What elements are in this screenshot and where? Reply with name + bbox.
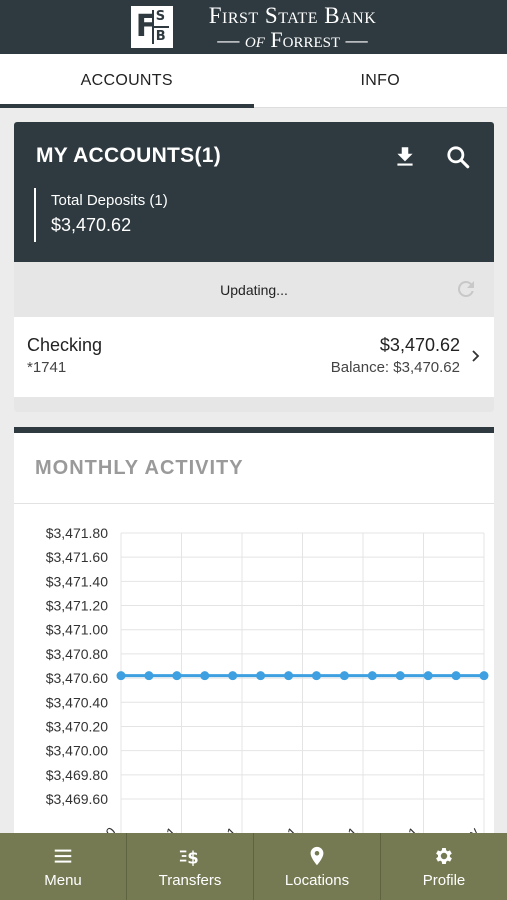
- app-header: F S B First State Bank — of Forrest —: [0, 0, 507, 54]
- transfers-icon: $: [179, 848, 199, 867]
- account-row-checking[interactable]: Checking *1741 $3,470.62 Balance: $3,470…: [14, 317, 494, 397]
- chart-y-tick-label: $3,470.60: [46, 670, 108, 686]
- chart-y-tick-label: $3,471.00: [46, 622, 108, 638]
- chart-y-tick-label: $3,470.40: [46, 694, 108, 710]
- chart-point: [172, 671, 182, 681]
- nav-transfers[interactable]: $ Transfers: [127, 833, 254, 900]
- account-balance: Balance: $3,470.62: [330, 359, 460, 376]
- nav-menu[interactable]: Menu: [0, 833, 127, 900]
- chart-point: [284, 671, 294, 681]
- chart-point: [311, 671, 321, 681]
- chart-y-tick-label: $3,470.00: [46, 743, 108, 759]
- chart-point: [256, 671, 266, 681]
- bank-name-line1: First State Bank: [208, 2, 377, 28]
- menu-icon: [54, 849, 72, 863]
- chart-point: [228, 671, 238, 681]
- chart-y-tick-label: $3,471.20: [46, 598, 108, 614]
- monthly-activity-card: MONTHLY ACTIVITY $3,471.80 $3,471.60 $3,47…: [14, 427, 494, 847]
- chart-point: [144, 671, 154, 681]
- location-icon: [310, 846, 324, 865]
- nav-locations[interactable]: Locations: [254, 833, 381, 900]
- nav-transfers-label: Transfers: [158, 871, 222, 889]
- tab-accounts[interactable]: ACCOUNTS: [0, 54, 254, 108]
- bottom-nav: Menu $ Transfers Locations Profile: [0, 833, 507, 900]
- bank-name: First State Bank — of Forrest —: [209, 4, 377, 51]
- chart-y-tick-label: $3,471.60: [46, 549, 108, 565]
- accounts-card-footer: [14, 397, 494, 412]
- logo-letter-b: B: [155, 29, 166, 44]
- refresh-icon[interactable]: [454, 277, 478, 301]
- activity-chart: $3,471.80 $3,471.60 $3,471.40 $3,471.20 $3,4…: [46, 525, 489, 847]
- chart-y-tick-label: $3,469.80: [46, 767, 108, 783]
- nav-profile-label: Profile: [422, 871, 466, 889]
- chart-point: [339, 671, 349, 681]
- gear-icon: [436, 847, 452, 864]
- chevron-right-icon: [472, 350, 480, 362]
- total-deposits[interactable]: Total Deposits (1) $3,470.62: [34, 188, 168, 242]
- account-amount: $3,470.62: [379, 335, 460, 355]
- accounts-title: MY ACCOUNTS(1): [36, 144, 222, 167]
- logo-letter-s: S: [155, 9, 166, 24]
- deposits-total: $3,470.62: [51, 215, 132, 235]
- chart-y-tick-label: $3,471.80: [46, 525, 108, 541]
- bank-name-line2: — of Forrest —: [217, 26, 368, 52]
- account-name: Checking: [27, 335, 103, 355]
- account-number: *1741: [27, 359, 67, 376]
- update-status-bar: Updating...: [14, 262, 494, 317]
- chart-point: [200, 671, 210, 681]
- search-icon[interactable]: [445, 144, 471, 170]
- tab-bar: ACCOUNTS INFO: [0, 54, 507, 108]
- tab-info[interactable]: INFO: [254, 54, 507, 107]
- chart-y-tick-label: $3,471.40: [46, 573, 108, 589]
- svg-text:$: $: [187, 848, 198, 867]
- nav-menu-label: Menu: [44, 871, 82, 889]
- chart-y-tick-label: $3,470.20: [46, 718, 108, 734]
- nav-locations-label: Locations: [284, 871, 350, 889]
- accounts-card: MY ACCOUNTS(1) Total Deposits (1) $3,470…: [14, 122, 494, 412]
- deposits-label: Total Deposits (1): [51, 192, 168, 209]
- bank-logo: F S B: [130, 6, 173, 48]
- chart-point: [395, 671, 405, 681]
- chart-point: [451, 671, 461, 681]
- chart-point: [367, 671, 377, 681]
- chart-y-tick-label: $3,469.60: [46, 791, 108, 807]
- nav-profile[interactable]: Profile: [381, 833, 507, 900]
- download-icon[interactable]: [392, 144, 418, 170]
- chart-point: [479, 671, 489, 681]
- accounts-header: MY ACCOUNTS(1) Total Deposits (1) $3,470…: [14, 122, 494, 262]
- update-status-text: Updating...: [220, 281, 288, 298]
- chart-point: [423, 671, 433, 681]
- chart-point: [116, 671, 126, 681]
- chart-y-tick-label: $3,470.80: [46, 646, 108, 662]
